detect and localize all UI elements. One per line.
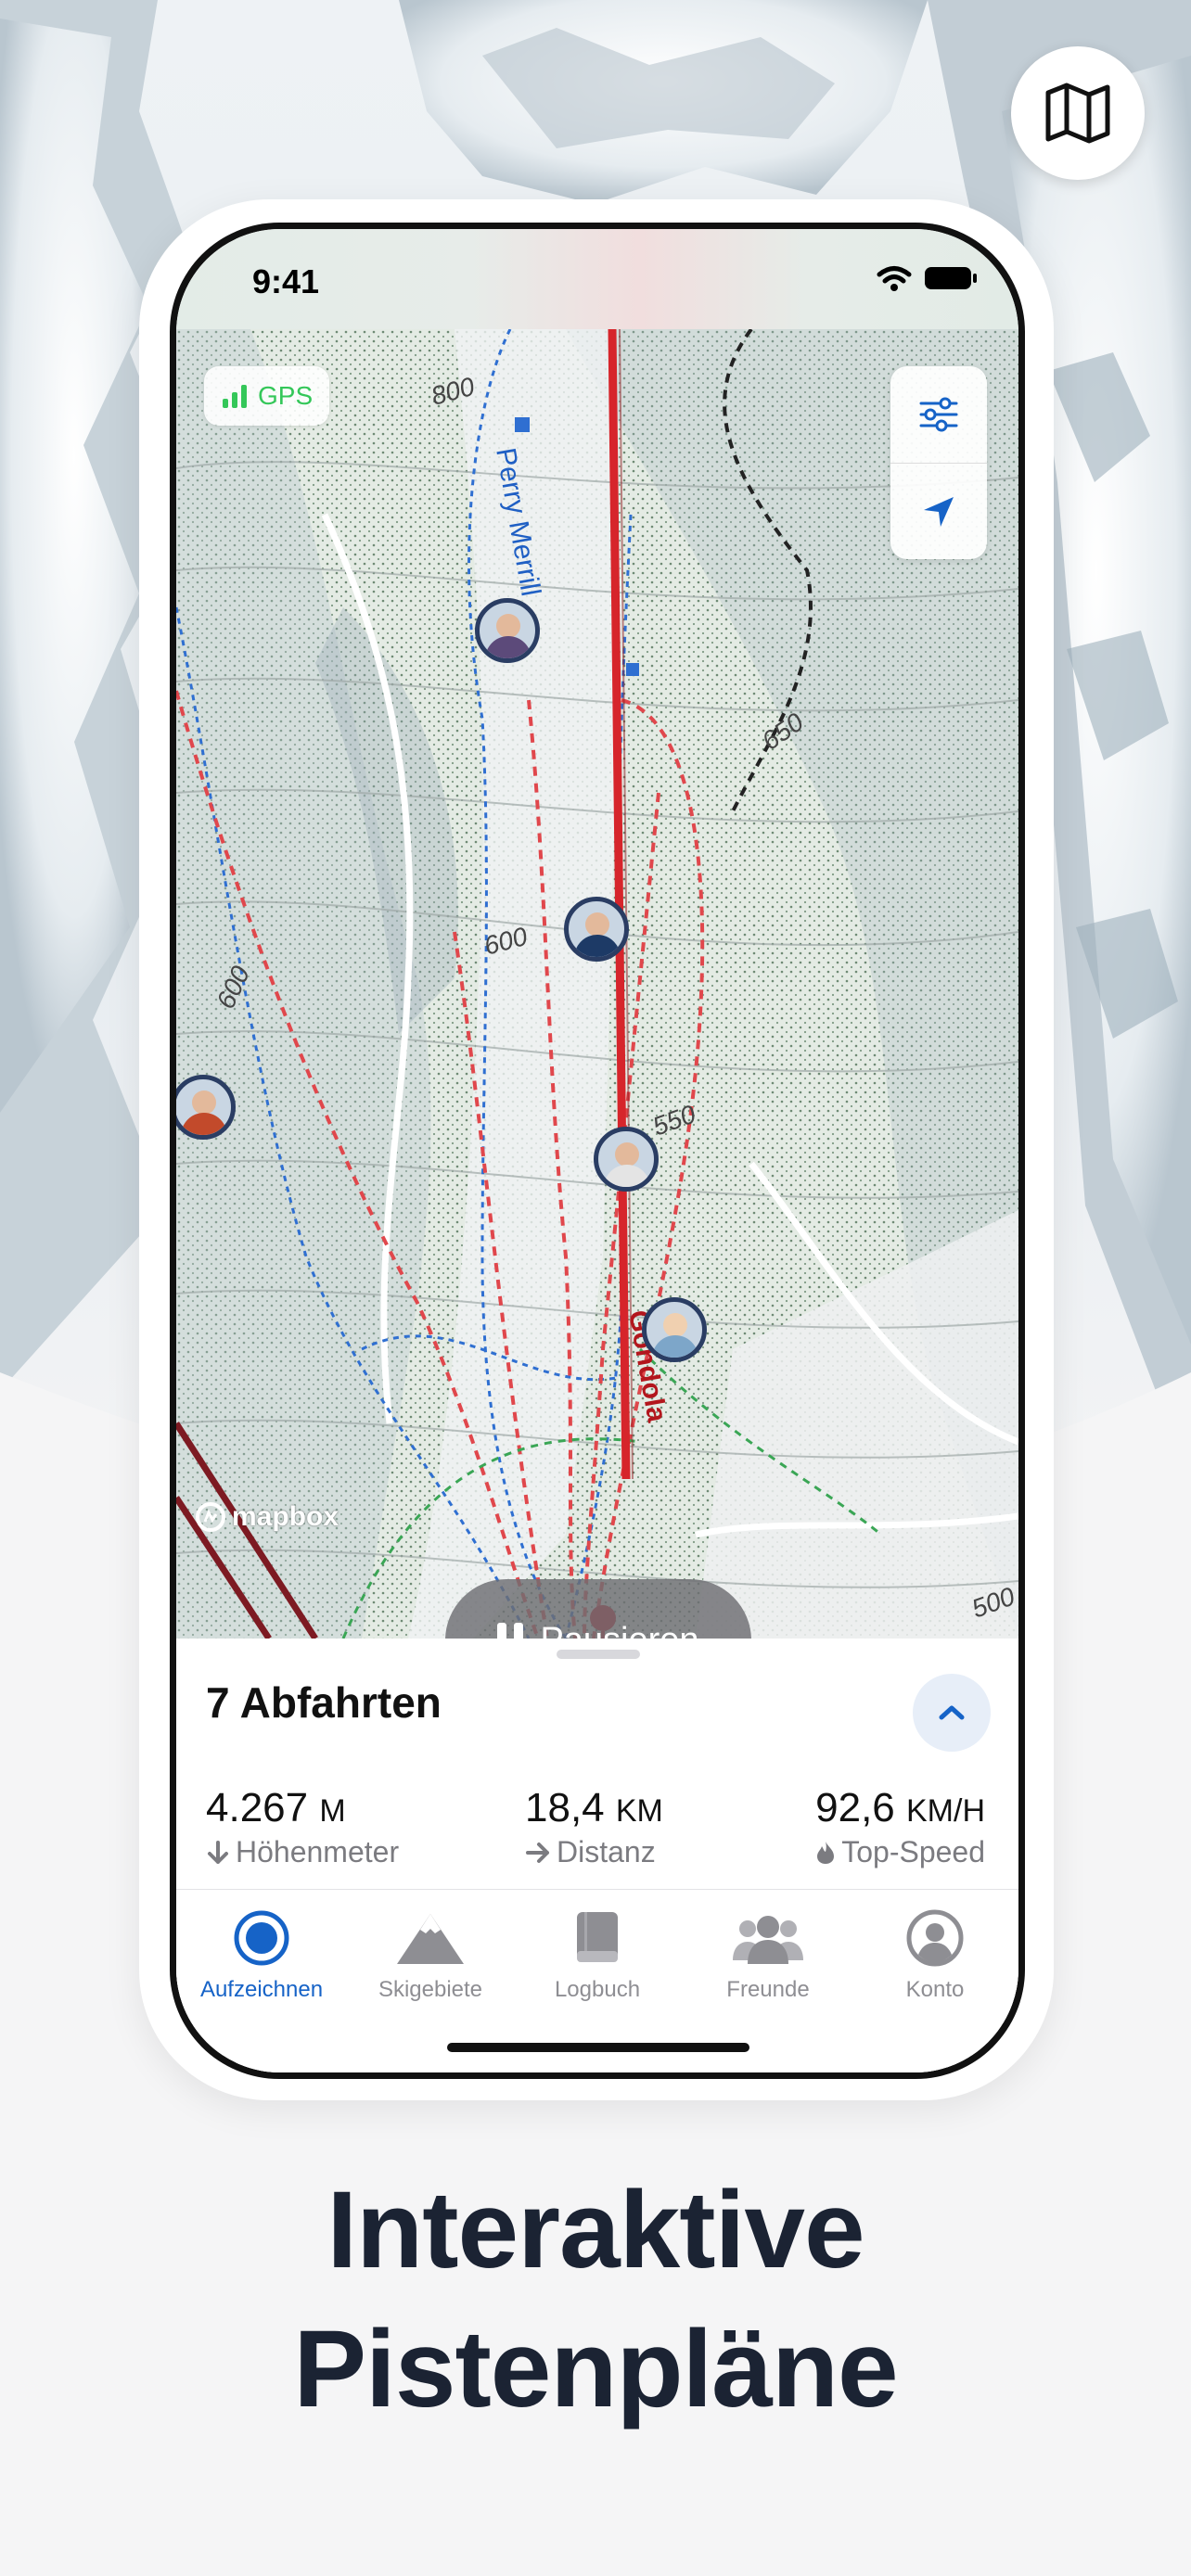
stat-elevation: 4.267 M Höhenmeter	[206, 1785, 399, 1869]
headline-line: Interaktive	[327, 2169, 864, 2291]
stat-distance: 18,4 KM Distanz	[525, 1785, 663, 1869]
arrow-down-icon	[208, 1840, 228, 1864]
tab-aufzeichnen[interactable]: Aufzeichnen	[178, 1903, 345, 2003]
headline: Interaktive Pistenpläne	[0, 2161, 1191, 2439]
stat-top-speed: 92,6 KM/H Top-Speed	[815, 1785, 985, 1869]
flame-icon	[817, 1841, 835, 1864]
mapbox-attribution[interactable]: mapbox	[195, 1501, 339, 1533]
friend-avatar[interactable]	[594, 1127, 659, 1192]
friend-avatar[interactable]	[475, 598, 540, 663]
tab-label: Aufzeichnen	[199, 1977, 324, 2002]
pause-icon	[497, 1623, 524, 1639]
mapbox-label: mapbox	[232, 1501, 339, 1532]
stat-unit: KM	[615, 1793, 663, 1829]
map-controls	[890, 366, 987, 559]
account-icon	[906, 1909, 964, 1967]
status-icons	[876, 264, 978, 292]
ski-map[interactable]: 800 650 600 600 550 500 Perry Merrill Go…	[176, 329, 1018, 1639]
wifi-icon	[877, 266, 912, 291]
stat-label: Höhenmeter	[236, 1835, 400, 1868]
arrow-right-icon	[526, 1842, 549, 1863]
signal-bars-icon	[223, 385, 247, 408]
stat-label: Top-Speed	[841, 1835, 985, 1868]
tab-label: Skigebiete	[378, 1977, 483, 2002]
stat-unit: M	[319, 1793, 346, 1829]
tab-logbuch[interactable]: Logbuch	[514, 1903, 681, 2003]
tab-freunde[interactable]: Freunde	[685, 1903, 852, 2003]
tab-konto[interactable]: Konto	[852, 1903, 1018, 2003]
home-indicator[interactable]	[447, 2043, 749, 2052]
record-icon	[234, 1910, 289, 1966]
mapbox-logo-icon	[196, 1502, 225, 1532]
tab-label: Freunde	[726, 1977, 810, 2002]
status-time: 9:41	[252, 262, 320, 300]
chevron-up-icon	[939, 1705, 965, 1720]
sheet-drag-handle[interactable]	[557, 1650, 640, 1659]
battery-icon	[925, 267, 977, 289]
expand-sheet-button[interactable]	[913, 1674, 991, 1752]
stat-value: 92,6	[815, 1785, 895, 1830]
locate-me-button[interactable]	[890, 463, 987, 559]
stat-value: 18,4	[525, 1785, 605, 1830]
status-bar: 9:41	[176, 229, 1018, 329]
location-arrow-icon	[924, 496, 954, 527]
gps-label: GPS	[258, 381, 314, 410]
headline-line: Pistenpläne	[293, 2308, 898, 2430]
tab-skigebiete[interactable]: Skigebiete	[347, 1903, 514, 2003]
map-filter-button[interactable]	[890, 366, 987, 463]
map-toggle-button[interactable]	[1011, 46, 1145, 180]
pause-button[interactable]: Pausieren	[445, 1579, 751, 1639]
book-icon	[577, 1912, 618, 1962]
stat-unit: KM/H	[906, 1793, 985, 1829]
friend-avatar[interactable]	[564, 897, 629, 962]
stat-label: Distanz	[557, 1835, 656, 1868]
tab-label: Logbuch	[554, 1977, 641, 2002]
pause-label: Pausieren	[540, 1621, 698, 1639]
gps-indicator: GPS	[204, 366, 330, 426]
stat-value: 4.267	[206, 1785, 309, 1830]
friend-avatar[interactable]	[642, 1297, 707, 1362]
mountain-icon	[397, 1914, 464, 1964]
phone-screen: 9:41 800 650 600 600 550 500 Perry Merri…	[176, 229, 1018, 2072]
sliders-icon	[919, 397, 958, 432]
friends-icon	[733, 1916, 803, 1964]
runs-count: 7 Abfahrten	[206, 1678, 442, 1727]
map-icon	[1045, 83, 1110, 144]
tab-label: Konto	[905, 1977, 965, 2002]
